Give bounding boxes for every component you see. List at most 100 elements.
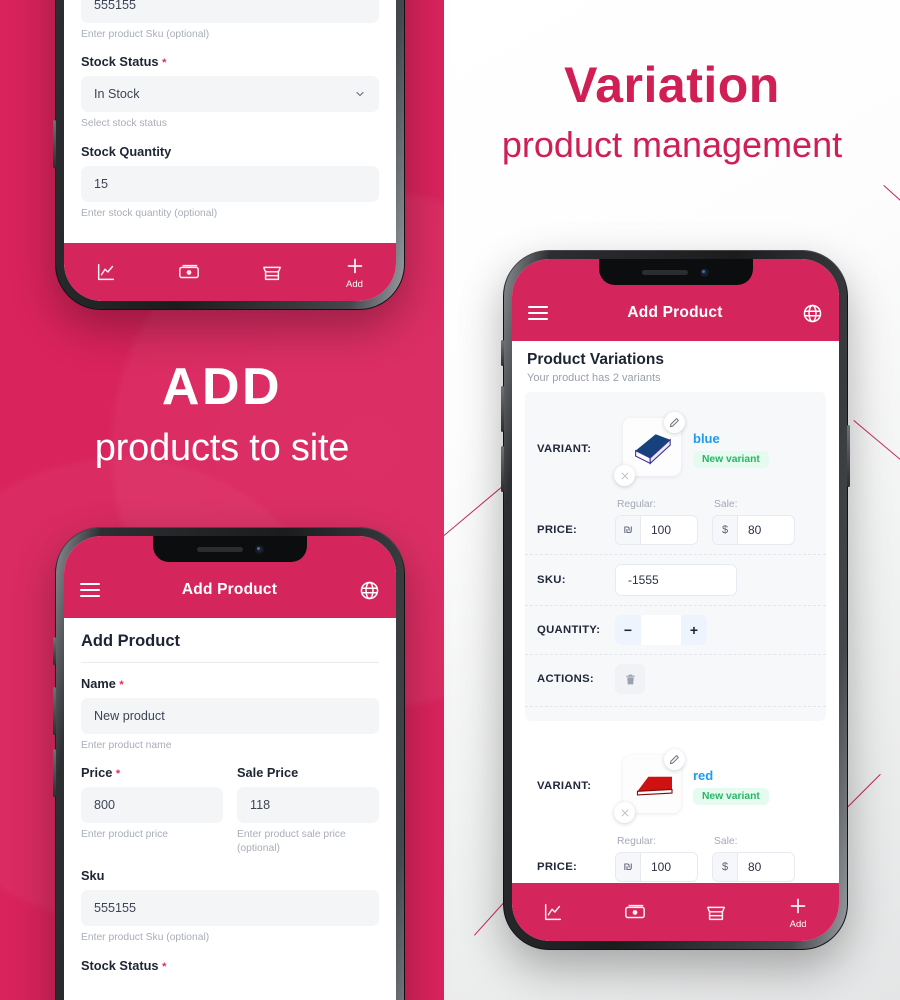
- decor-diagonal-line-1: [883, 185, 900, 287]
- stock-quantity-input[interactable]: 15: [81, 165, 379, 202]
- appbar-title: Add Product: [181, 581, 278, 598]
- tab-store[interactable]: [261, 261, 283, 283]
- left-caption-headline: ADD: [161, 358, 283, 416]
- plus-icon: [347, 258, 362, 273]
- quantity-decrement-button[interactable]: −: [615, 615, 641, 645]
- regular-price-group: Regular: ₪ 100: [615, 836, 698, 882]
- phone-side-button: [847, 425, 850, 487]
- sku-field-group: 555155 Enter product Sku (optional): [81, 0, 379, 41]
- variations-title: Product Variations: [527, 351, 664, 368]
- sale-price-caption: Sale:: [714, 499, 738, 510]
- required-asterisk: *: [119, 679, 124, 691]
- tab-store[interactable]: [705, 901, 727, 923]
- product-form-bottom: Add Product Name * New product Enter pro…: [64, 618, 396, 973]
- globe-icon[interactable]: [359, 580, 380, 601]
- store-shop-icon: [262, 266, 281, 281]
- sale-price-field-group: Sale Price 118 Enter product sale price …: [237, 765, 379, 855]
- hamburger-icon[interactable]: [80, 582, 100, 598]
- tab-analytics[interactable]: [542, 901, 564, 923]
- remove-variant-button[interactable]: [614, 465, 635, 486]
- required-asterisk: *: [162, 57, 167, 70]
- bottom-tabbar-right-phone: Add: [512, 883, 839, 941]
- tab-sales[interactable]: [624, 901, 646, 923]
- form-title: Add Product: [81, 632, 379, 663]
- name-field-group: Name * New product Enter product name: [81, 676, 379, 752]
- required-asterisk: *: [115, 768, 121, 781]
- phone-side-button: [53, 687, 56, 735]
- variant-sku-input[interactable]: -1555: [615, 564, 737, 596]
- stock-status-label: Stock Status *: [81, 54, 379, 69]
- quantity-stepper: − +: [615, 615, 707, 645]
- tab-add[interactable]: Add: [344, 255, 366, 290]
- phone-top-left-screen: 555155 Enter product Sku (optional) Stoc…: [64, 0, 396, 301]
- sale-currency-symbol: $: [713, 516, 738, 544]
- name-input-value: New product: [94, 709, 165, 723]
- variant-thumbnail-wrap: [614, 412, 685, 486]
- trash-icon: [625, 674, 635, 684]
- price-input[interactable]: 800: [81, 787, 223, 824]
- pencil-icon: [669, 755, 679, 765]
- regular-price-box[interactable]: ₪ 100: [615, 852, 698, 882]
- sale-price-box[interactable]: $ 80: [712, 852, 795, 882]
- phone-side-button: [501, 340, 504, 366]
- plus-icon: [790, 898, 806, 913]
- close-x-icon: [621, 472, 628, 479]
- regular-currency-symbol: ₪: [616, 853, 641, 881]
- phone-notch: [598, 259, 753, 285]
- globe-icon[interactable]: [802, 303, 823, 324]
- variations-header: Product Variations Your product has 2 va…: [512, 341, 839, 392]
- sku-input[interactable]: 555155: [81, 0, 379, 23]
- hamburger-icon[interactable]: [528, 305, 548, 321]
- name-input[interactable]: New product: [81, 698, 379, 734]
- phone-side-button: [501, 386, 504, 432]
- remove-variant-button[interactable]: [614, 802, 635, 823]
- regular-price-box[interactable]: ₪ 100: [615, 515, 698, 545]
- blue-book-icon: [635, 434, 671, 465]
- phone-side-button: [53, 637, 56, 665]
- analytics-chart-icon: [97, 263, 114, 281]
- stock-status-select[interactable]: In Stock: [81, 76, 379, 113]
- sku-field-group: Sku 555155 Enter product Sku (optional): [81, 868, 379, 944]
- regular-currency-symbol: ₪: [616, 516, 641, 544]
- regular-price-caption: Regular:: [617, 499, 656, 510]
- edit-variant-button[interactable]: [664, 412, 685, 433]
- variant-card: VARIANT:: [525, 392, 826, 721]
- phone-right-screen: Add Product Product Variations Your prod…: [512, 259, 839, 941]
- stock-status-value: In Stock: [94, 87, 140, 102]
- variant-row: VARIANT:: [525, 747, 826, 831]
- tab-sales[interactable]: [178, 261, 200, 283]
- phone-notch: [153, 536, 307, 562]
- price-row-label: PRICE:: [537, 861, 578, 873]
- right-caption-subline: product management: [501, 124, 843, 165]
- quantity-row: QUANTITY: − +: [525, 606, 826, 655]
- stock-status-label: Stock Status *: [81, 958, 379, 973]
- quantity-row-label: QUANTITY:: [537, 624, 601, 636]
- red-book-icon: [636, 776, 673, 796]
- pencil-icon: [669, 418, 679, 428]
- sku-input[interactable]: 555155: [81, 890, 379, 927]
- stock-status-label-text: Stock Status: [81, 957, 159, 973]
- tab-analytics[interactable]: [95, 261, 117, 283]
- sku-input-value: 555155: [94, 0, 137, 12]
- sale-price-group: Sale: $ 80: [712, 836, 795, 882]
- tab-add[interactable]: Add: [787, 895, 809, 930]
- phone-bottom-left-screen: Add Product Add Product Name * New produ…: [64, 536, 396, 1000]
- sale-price-input[interactable]: 118: [237, 787, 379, 824]
- variant-name: red: [693, 767, 714, 783]
- delete-variant-button[interactable]: [615, 664, 645, 694]
- variant-row: VARIANT:: [525, 402, 826, 494]
- quantity-input[interactable]: [641, 615, 681, 645]
- sku-hint: Enter product Sku (optional): [81, 932, 210, 944]
- tab-add-label: Add: [346, 278, 363, 290]
- edit-variant-button[interactable]: [664, 749, 685, 770]
- stock-status-hint: Select stock status: [81, 118, 167, 130]
- variant-row-label: VARIANT:: [537, 443, 592, 455]
- sale-price-box[interactable]: $ 80: [712, 515, 795, 545]
- bottom-tabbar-top-phone: Add: [64, 243, 396, 301]
- chevron-down-icon: [356, 92, 364, 97]
- quantity-increment-button[interactable]: +: [681, 615, 707, 645]
- stock-quantity-hint: Enter stock quantity (optional): [81, 207, 218, 219]
